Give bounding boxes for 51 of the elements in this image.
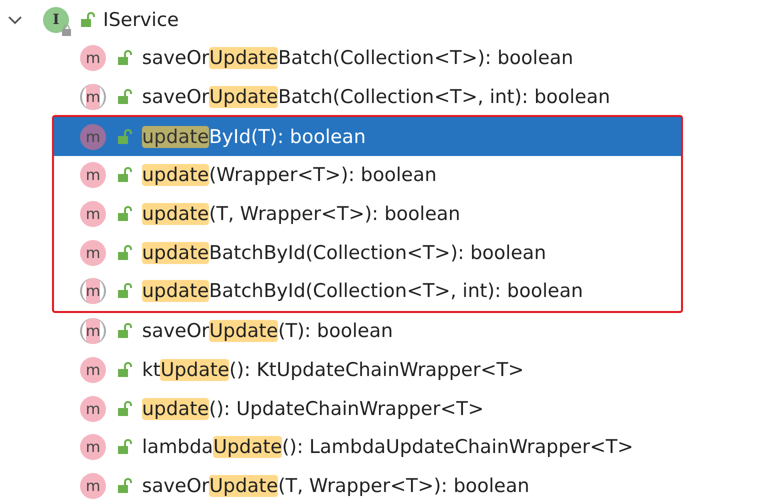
tree-item[interactable]: m saveOrUpdate(T, Wrapper<T>): boolean xyxy=(0,466,774,504)
method-signature: updateById(T): boolean xyxy=(142,126,366,148)
method-signature: saveOrUpdate(T): boolean xyxy=(142,320,393,342)
method-icon: m xyxy=(80,434,106,460)
lock-icon xyxy=(116,167,132,184)
method-signature: lambdaUpdate(): LambdaUpdateChainWrapper<T> xyxy=(142,436,634,458)
tree-item[interactable]: m update(Wrapper<T>): boolean xyxy=(54,156,681,195)
tree-item[interactable]: m lambdaUpdate(): LambdaUpdateChainWrapper<T> xyxy=(0,428,774,467)
lock-icon xyxy=(116,400,132,417)
method-signature: update(Wrapper<T>): boolean xyxy=(142,164,437,186)
method-icon: m xyxy=(80,124,106,150)
method-icon: m xyxy=(80,240,106,266)
interface-icon: I xyxy=(43,7,69,33)
lock-icon xyxy=(116,244,132,261)
lock-icon xyxy=(116,362,132,378)
method-icon: m xyxy=(80,396,106,422)
lock-icon xyxy=(116,50,132,66)
tree-item[interactable]: m saveOrUpdate(T): boolean xyxy=(0,312,774,350)
method-signature: updateBatchById(Collection<T>, int): boolean xyxy=(142,280,584,302)
lock-icon xyxy=(116,478,132,494)
method-icon: m xyxy=(80,201,106,228)
method-icon: m xyxy=(80,472,106,499)
method-signature: saveOrUpdateBatch(Collection<T>): boolean xyxy=(142,47,574,70)
lock-icon xyxy=(116,323,132,340)
tree-item[interactable]: m update(T, Wrapper<T>): boolean xyxy=(54,194,681,234)
method-signature: saveOrUpdateBatch(Collection<T>, int): boolean xyxy=(142,86,610,108)
method-icon: m xyxy=(80,45,106,72)
tree-item[interactable]: m updateBatchById(Collection<T>, int): boolean xyxy=(54,272,681,311)
tree-item[interactable]: m updateById(T): boolean xyxy=(54,117,681,156)
lock-icon xyxy=(116,128,132,145)
method-signature: ktUpdate(): KtUpdateChainWrapper<T> xyxy=(142,358,524,381)
tree-item[interactable]: m ktUpdate(): KtUpdateChainWrapper<T> xyxy=(0,350,774,390)
method-signature: saveOrUpdate(T, Wrapper<T>): boolean xyxy=(142,474,530,497)
tree-item[interactable]: m update(): UpdateChainWrapper<T> xyxy=(0,389,774,428)
lock-icon xyxy=(79,12,95,28)
method-icon: m xyxy=(80,84,106,110)
lock-icon xyxy=(116,89,132,106)
method-icon: m xyxy=(80,318,106,344)
lock-icon xyxy=(116,283,132,300)
method-signature: update(T, Wrapper<T>): boolean xyxy=(142,203,460,226)
tree-item[interactable]: m updateBatchById(Collection<T>): boolean xyxy=(54,233,681,272)
lock-icon xyxy=(116,439,132,456)
interface-name: IService xyxy=(103,9,179,31)
method-signature: update(): UpdateChainWrapper<T> xyxy=(142,398,484,420)
method-icon: m xyxy=(80,162,106,188)
tree-item[interactable]: m saveOrUpdateBatch(Collection<T>): boolean xyxy=(0,39,774,78)
lock-icon xyxy=(116,206,132,222)
method-icon: m xyxy=(80,356,106,383)
method-signature: updateBatchById(Collection<T>): boolean xyxy=(142,242,546,264)
method-icon: m xyxy=(80,278,106,304)
tree-item[interactable]: m saveOrUpdateBatch(Collection<T>, int): boolean xyxy=(0,78,774,116)
